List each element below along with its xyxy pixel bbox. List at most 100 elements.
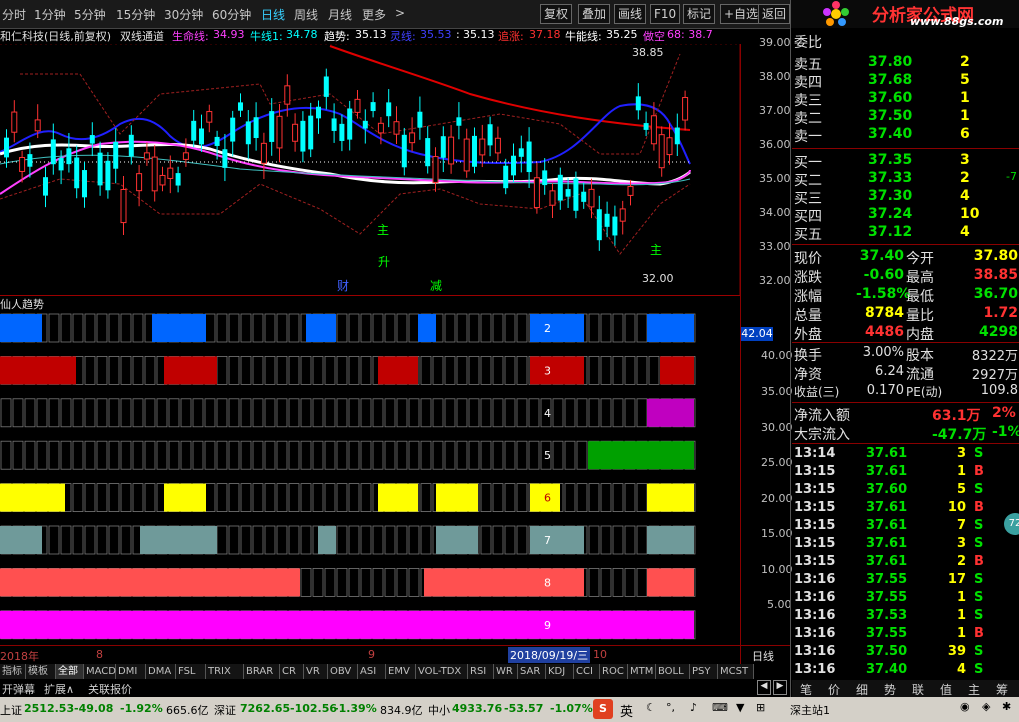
indicator-tab[interactable]: DMA — [146, 664, 176, 679]
ask-row[interactable]: 卖一 37.40 6 — [792, 126, 1019, 145]
quote-tab[interactable]: 联 — [912, 681, 924, 698]
related-quote-button[interactable]: 关联报价 — [88, 681, 132, 697]
grid-icon[interactable]: ⊞ — [756, 701, 765, 714]
indicator-tab[interactable]: 指标 — [0, 664, 26, 679]
bid-row[interactable]: 买三 37.30 4 — [792, 188, 1019, 207]
shirt-icon[interactable]: ▼ — [736, 701, 744, 714]
tick-list[interactable]: 13:14 37.61 3 S 13:15 37.61 1 B 13:15 37.60 5 S 13:1… — [792, 446, 1019, 680]
tab-5min[interactable]: 5分钟 — [74, 6, 106, 23]
indicator-tab[interactable]: KDJ — [546, 664, 574, 679]
add-watchlist-button[interactable]: +自选 — [720, 4, 763, 24]
comma-icon[interactable]: °, — [666, 701, 675, 714]
tab-daily[interactable]: 日线 — [261, 6, 285, 23]
tab-1min[interactable]: 1分钟 — [34, 6, 66, 23]
indicator-tab[interactable]: MACD — [84, 664, 116, 679]
settings-icon[interactable]: ✱ — [1002, 700, 1011, 713]
bid-row[interactable]: 买五 37.12 4 — [792, 224, 1019, 243]
quote-tab[interactable]: 笔 — [800, 681, 812, 698]
danmaku-button[interactable]: 开弹幕 — [2, 681, 35, 697]
quote-tab[interactable]: 筹 — [996, 681, 1008, 698]
tick-row[interactable]: 13:16 37.53 1 S — [792, 608, 1019, 626]
tab-weekly[interactable]: 周线 — [294, 6, 318, 23]
indicator-tab[interactable]: FSL — [176, 664, 206, 679]
indicator-tab[interactable]: CR — [280, 664, 304, 679]
quote-tab[interactable]: 值 — [940, 681, 952, 698]
draw-line-button[interactable]: 画线 — [614, 4, 647, 24]
indicator-tab[interactable]: MTM — [628, 664, 656, 679]
tick-row[interactable]: 13:16 37.40 4 S — [792, 662, 1019, 680]
mic-icon[interactable]: ♪ — [690, 701, 697, 714]
mark-button[interactable]: 标记 — [683, 4, 716, 24]
site-logo: 分析家公式网 www.88gs.com — [790, 0, 1019, 28]
indicator-tab[interactable]: CCI — [574, 664, 600, 679]
tab-more[interactable]: 更多 — [362, 6, 386, 23]
tick-row[interactable]: 13:15 37.61 3 S — [792, 536, 1019, 554]
indicator-tab[interactable]: ROC — [600, 664, 628, 679]
ime-mode[interactable]: 英 — [620, 701, 633, 720]
tick-row[interactable]: 13:16 37.55 17 S — [792, 572, 1019, 590]
indicator-tab[interactable]: DMI — [116, 664, 146, 679]
indicator-tab[interactable]: VOL-TDX — [416, 664, 468, 679]
indicator-tab[interactable]: PSY — [690, 664, 718, 679]
tab-fenshi[interactable]: 分时 — [2, 6, 26, 23]
indicator-tab[interactable]: TRIX — [206, 664, 244, 679]
tab-60min[interactable]: 60分钟 — [212, 6, 251, 23]
scroll-left-icon[interactable]: ◀ — [757, 680, 771, 695]
indicator-tab[interactable]: 模板 — [26, 664, 56, 679]
trend-cell — [96, 440, 108, 470]
trend-cell — [564, 483, 576, 513]
trend-bars-panel[interactable]: 2 3 4 5 6 7 8 9 — [0, 310, 740, 644]
tab-15min[interactable]: 15分钟 — [116, 6, 155, 23]
indicator-tab[interactable]: ASI — [358, 664, 386, 679]
life-line — [0, 140, 691, 195]
restore-rights-button[interactable]: 复权 — [540, 4, 573, 24]
tick-row[interactable]: 13:15 37.60 5 S — [792, 482, 1019, 500]
indicator-tab[interactable]: RSI — [468, 664, 494, 679]
bid-row[interactable]: 买二 37.33 2 -7 — [792, 170, 1019, 189]
bid-volume: 3 — [960, 152, 970, 168]
tick-row[interactable]: 13:15 37.61 10 B — [792, 500, 1019, 518]
candlestick-chart[interactable]: 38.85 32.00 主 主 升 财 减 — [0, 44, 740, 296]
quote-tab[interactable]: 价 — [828, 681, 840, 698]
quote-tab[interactable]: 势 — [884, 681, 896, 698]
network-icon[interactable]: ◈ — [982, 700, 990, 713]
back-button[interactable]: 返回 — [758, 4, 790, 24]
overlay-button[interactable]: 叠加 — [578, 4, 611, 24]
indicator-tab[interactable]: OBV — [328, 664, 358, 679]
tick-row[interactable]: 13:14 37.61 3 S — [792, 446, 1019, 464]
tab-30min[interactable]: 30分钟 — [164, 6, 203, 23]
indicator-tab[interactable]: EMV — [386, 664, 416, 679]
expand-button[interactable]: 扩展∧ — [44, 681, 74, 697]
moon-icon[interactable]: ☾ — [646, 701, 656, 714]
tick-row[interactable]: 13:16 37.55 1 B — [792, 626, 1019, 644]
sound-icon[interactable]: ◉ — [960, 700, 970, 713]
indicator-tab[interactable]: SAR — [518, 664, 546, 679]
quote-left-border — [790, 0, 791, 697]
indicator-tab[interactable]: MCST — [718, 664, 754, 679]
tick-row[interactable]: 13:15 37.61 7 S — [792, 518, 1019, 536]
ime-logo-icon[interactable]: S — [593, 699, 613, 719]
tick-row[interactable]: 13:16 37.55 1 S — [792, 590, 1019, 608]
quote-tab[interactable]: 主 — [968, 681, 980, 698]
indicator-tab[interactable]: BOLL — [656, 664, 690, 679]
tick-row[interactable]: 13:15 37.61 2 B — [792, 554, 1019, 572]
quote-tab[interactable]: 细 — [856, 681, 868, 698]
chevron-right-icon[interactable]: > — [395, 6, 405, 20]
float-badge[interactable]: 72 — [1004, 513, 1019, 535]
bid-row[interactable]: 买四 37.24 10 — [792, 206, 1019, 225]
bid-row[interactable]: 买一 37.35 3 — [792, 152, 1019, 171]
scroll-right-icon[interactable]: ▶ — [773, 680, 787, 695]
f10-button[interactable]: F10 — [650, 4, 681, 24]
indicator-tab[interactable]: BRAR — [244, 664, 280, 679]
indicator-tab[interactable]: VR — [304, 664, 328, 679]
tab-monthly[interactable]: 月线 — [328, 6, 352, 23]
ask-row[interactable]: 卖四 37.68 5 — [792, 72, 1019, 91]
tick-row[interactable]: 13:16 37.50 39 S — [792, 644, 1019, 662]
tick-row[interactable]: 13:15 37.61 1 B — [792, 464, 1019, 482]
indicator-tab[interactable]: WR — [494, 664, 518, 679]
ask-row[interactable]: 卖二 37.50 1 — [792, 108, 1019, 127]
ask-row[interactable]: 卖三 37.60 1 — [792, 90, 1019, 109]
keyboard-icon[interactable]: ⌨ — [712, 701, 728, 714]
indicator-tab[interactable]: 全部 — [56, 664, 84, 679]
ask-row[interactable]: 卖五 37.80 2 — [792, 54, 1019, 73]
